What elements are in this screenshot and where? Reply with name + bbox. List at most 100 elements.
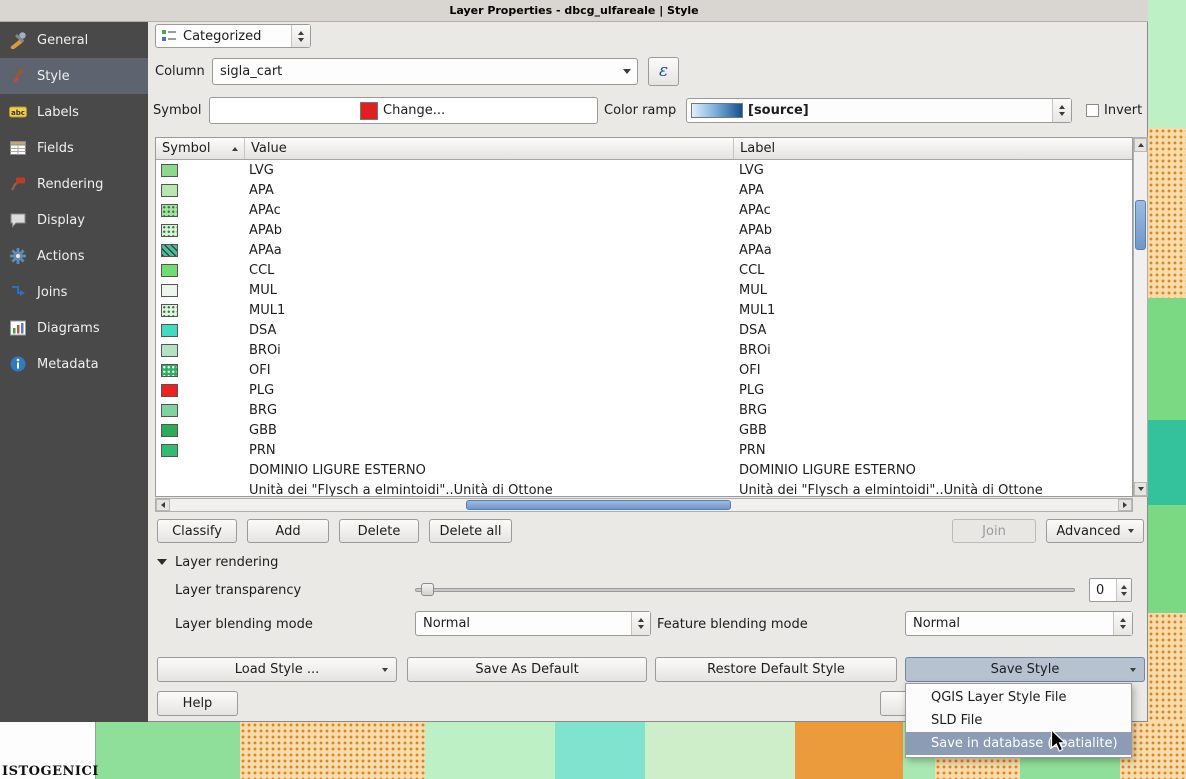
table-row[interactable]: BROi BROi: [156, 340, 1132, 360]
class-value: PRN: [245, 443, 734, 458]
paint-roller-icon: [9, 175, 27, 193]
add-button[interactable]: Add: [247, 519, 329, 543]
scroll-right-button[interactable]: [1118, 499, 1132, 511]
table-row[interactable]: APAa APAa: [156, 240, 1132, 260]
spinbox-arrows-icon[interactable]: [1116, 579, 1131, 601]
load-style-button[interactable]: Load Style ...: [157, 657, 397, 682]
join-arrow-icon: [9, 283, 27, 301]
save-as-default-button[interactable]: Save As Default: [407, 657, 647, 682]
sidebar-item-rendering[interactable]: Rendering: [0, 166, 148, 202]
column-select[interactable]: sigla_cart: [212, 58, 638, 85]
transparency-slider[interactable]: [415, 582, 1075, 598]
feature-blending-select[interactable]: Normal: [905, 611, 1133, 636]
map-region: [645, 722, 795, 779]
class-value: MUL1: [245, 303, 734, 318]
table-row[interactable]: DOMINIO LIGURE ESTERNO DOMINIO LIGURE ES…: [156, 460, 1132, 480]
column-header-label[interactable]: Label: [734, 138, 1132, 159]
map-region: [555, 722, 645, 779]
delete-all-button[interactable]: Delete all: [429, 519, 512, 543]
join-button[interactable]: Join: [952, 519, 1036, 543]
general-icon: [9, 31, 27, 49]
table-row[interactable]: APA APA: [156, 180, 1132, 200]
expression-button[interactable]: ε: [648, 57, 679, 86]
table-row[interactable]: DSA DSA: [156, 320, 1132, 340]
horizontal-scrollbar[interactable]: [155, 498, 1133, 512]
class-label: APA: [734, 183, 1132, 198]
sidebar-item-joins[interactable]: Joins: [0, 274, 148, 310]
scroll-left-button[interactable]: [156, 499, 170, 511]
transparency-spinbox[interactable]: 0: [1089, 578, 1132, 602]
info-icon: [9, 355, 27, 373]
vertical-scroll-thumb[interactable]: [1135, 200, 1146, 250]
button-label: Help: [183, 696, 213, 711]
symbol-label: Symbol: [153, 103, 201, 118]
table-row[interactable]: GBB GBB: [156, 420, 1132, 440]
map-region: [1148, 420, 1186, 505]
slider-handle[interactable]: [421, 583, 434, 596]
sidebar-item-label: Metadata: [37, 357, 99, 372]
color-ramp-select[interactable]: [source]: [686, 98, 1072, 123]
sidebar-item-label: Fields: [37, 141, 74, 156]
layer-rendering-section-toggle[interactable]: Layer rendering: [157, 553, 278, 571]
table-row[interactable]: OFI OFI: [156, 360, 1132, 380]
chevron-down-icon: [382, 668, 388, 672]
invert-checkbox[interactable]: [1086, 104, 1099, 117]
sidebar-item-fields[interactable]: Fields: [0, 130, 148, 166]
scroll-up-button[interactable]: [1134, 138, 1147, 152]
vertical-scrollbar[interactable]: [1133, 137, 1148, 497]
header-label: Symbol: [162, 141, 210, 156]
layer-transparency-label: Layer transparency: [175, 583, 301, 598]
table-row[interactable]: LVG LVG: [156, 160, 1132, 180]
invert-label: Invert: [1104, 103, 1142, 118]
help-button[interactable]: Help: [157, 691, 238, 716]
color-ramp-value: [source]: [743, 103, 1052, 118]
table-row[interactable]: MUL1 MUL1: [156, 300, 1132, 320]
table-row[interactable]: PRN PRN: [156, 440, 1132, 460]
column-header-symbol[interactable]: Symbol: [156, 138, 245, 159]
button-label: Add: [275, 524, 300, 539]
layer-blending-select[interactable]: Normal: [415, 611, 651, 636]
restore-default-style-button[interactable]: Restore Default Style: [655, 657, 897, 682]
save-style-button[interactable]: Save Style: [905, 657, 1145, 682]
table-row[interactable]: PLG PLG: [156, 380, 1132, 400]
table-row[interactable]: MUL MUL: [156, 280, 1132, 300]
class-symbol-swatch: [161, 164, 178, 177]
header-label: Value: [251, 141, 287, 156]
sidebar-item-diagrams[interactable]: Diagrams: [0, 310, 148, 346]
sidebar-item-general[interactable]: General: [0, 22, 148, 58]
delete-button[interactable]: Delete: [339, 519, 419, 543]
sidebar-item-display[interactable]: Display: [0, 202, 148, 238]
classify-button[interactable]: Classify: [157, 519, 237, 543]
class-label: APAc: [734, 203, 1132, 218]
class-value: GBB: [245, 423, 734, 438]
horizontal-scroll-thumb[interactable]: [466, 500, 731, 510]
window-titlebar[interactable]: Layer Properties - dbcg_ulfareale | Styl…: [0, 0, 1148, 22]
legend-text: ISTOGENICI: [2, 764, 99, 779]
table-row[interactable]: Unità dei "Flysch a elmintoidi"..Unità d…: [156, 480, 1132, 496]
sidebar-item-label: Style: [37, 69, 70, 84]
sidebar-item-style[interactable]: Style: [0, 58, 148, 94]
menu-item[interactable]: SLD File: [906, 709, 1131, 732]
scroll-down-button[interactable]: [1134, 482, 1147, 496]
menu-item[interactable]: Save in database (spatialite): [906, 732, 1131, 755]
transparency-value: 0: [1090, 583, 1116, 598]
map-background-right: [1148, 0, 1186, 722]
sidebar-item-actions[interactable]: Actions: [0, 238, 148, 274]
sidebar-item-labels[interactable]: abc Labels: [0, 94, 148, 130]
sidebar-item-metadata[interactable]: Metadata: [0, 346, 148, 382]
symbol-change-button[interactable]: Change...: [209, 97, 598, 124]
hidden-button-partial[interactable]: [880, 691, 907, 716]
categorized-icon: [162, 29, 176, 43]
table-row[interactable]: BRG BRG: [156, 400, 1132, 420]
advanced-button[interactable]: Advanced: [1046, 519, 1144, 543]
class-symbol-swatch: [161, 304, 178, 317]
table-row[interactable]: APAc APAc: [156, 200, 1132, 220]
column-header-value[interactable]: Value: [245, 138, 734, 159]
renderer-type-select[interactable]: Categorized: [155, 24, 311, 48]
header-label: Label: [740, 141, 775, 156]
epsilon-icon: ε: [659, 63, 668, 80]
menu-item[interactable]: QGIS Layer Style File: [906, 686, 1131, 709]
map-region: [1148, 505, 1186, 613]
table-row[interactable]: APAb APAb: [156, 220, 1132, 240]
table-row[interactable]: CCL CCL: [156, 260, 1132, 280]
